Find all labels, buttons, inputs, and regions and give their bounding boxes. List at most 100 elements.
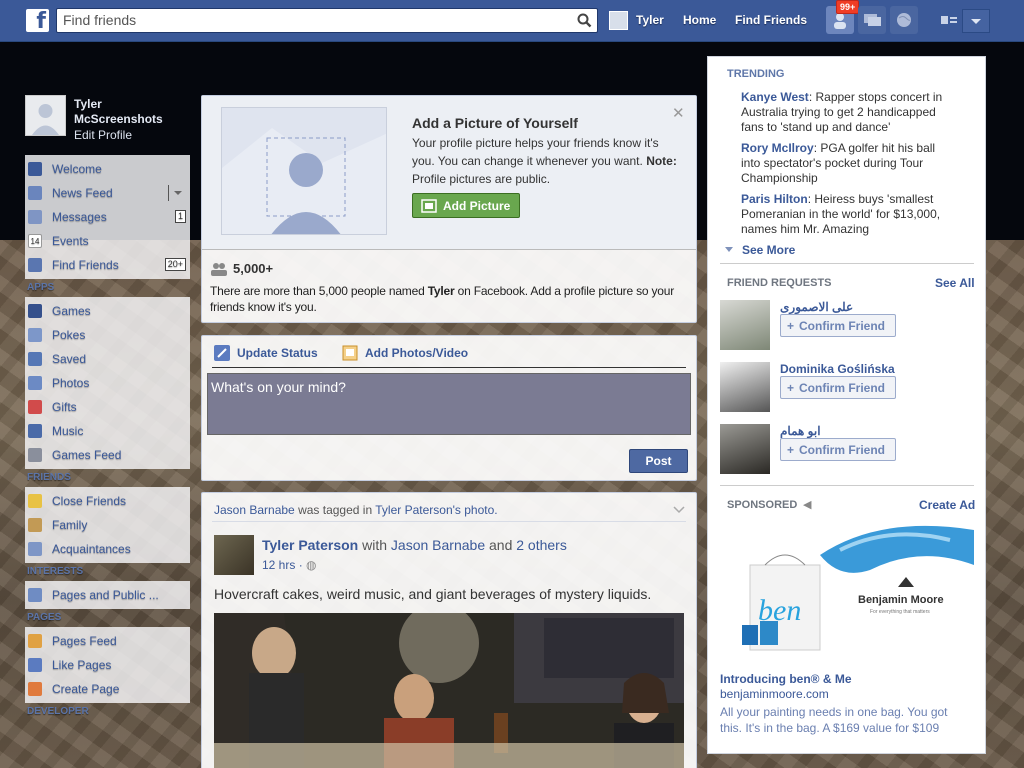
request-name[interactable]: Dominika Goślińska: [780, 362, 895, 376]
profile-placeholder-image: [221, 107, 387, 235]
gift-icon: [28, 400, 42, 414]
sidebar-item-find-friends[interactable]: Find Friends 20+: [25, 253, 190, 277]
sidebar-item-saved[interactable]: Saved: [25, 347, 190, 371]
megaphone-icon: [28, 634, 42, 648]
trending-item[interactable]: Paris Hilton: Heiress buys 'smallest Pom…: [741, 192, 956, 237]
see-more-link[interactable]: See More: [724, 243, 795, 257]
story-author-line: Tyler Paterson with Jason Barnabe and 2 …: [262, 537, 567, 553]
add-picture-title: Add a Picture of Yourself: [412, 115, 578, 131]
photos-icon: [28, 376, 42, 390]
top-bar: f Tyler Home Find Friends 99+: [0, 0, 1024, 42]
sidebar-item-games[interactable]: Games: [25, 299, 190, 323]
confirm-friend-button[interactable]: + Confirm Friend: [780, 438, 896, 461]
sidebar-item-acquaintances[interactable]: Acquaintances: [25, 537, 190, 561]
sidebar-item-close-friends[interactable]: Close Friends: [25, 489, 190, 513]
nav-find-friends-link[interactable]: Find Friends: [735, 13, 807, 27]
chevron-down-icon[interactable]: [672, 505, 686, 515]
rss-icon: [28, 588, 42, 602]
sidebar-item-create-page[interactable]: Create Page: [25, 677, 190, 701]
author-avatar[interactable]: [214, 535, 254, 575]
edit-profile-link[interactable]: Edit Profile: [74, 128, 132, 142]
request-avatar[interactable]: [720, 300, 770, 350]
party-photo: [214, 613, 684, 768]
sidebar-item-games-feed[interactable]: Games Feed: [25, 443, 190, 467]
messages-jewel[interactable]: [858, 6, 886, 34]
svg-text:For everything that matters: For everything that matters: [870, 609, 930, 615]
people-icon: [211, 262, 227, 276]
story-photo[interactable]: [214, 613, 684, 768]
confirm-friend-button[interactable]: + Confirm Friend: [780, 314, 896, 337]
sidebar-item-messages[interactable]: Messages 1: [25, 205, 190, 229]
ad-image[interactable]: ben Benjamin Moore For everything that m…: [720, 525, 974, 667]
story-timestamp[interactable]: 12 hrs · ◍: [262, 558, 317, 572]
nav-profile-link[interactable]: Tyler: [636, 13, 664, 27]
facebook-logo-icon[interactable]: f: [26, 9, 49, 34]
profile-name[interactable]: Tyler McScreenshots: [74, 97, 189, 127]
create-ad-link[interactable]: Create Ad: [919, 498, 975, 512]
sidebar-item-family[interactable]: Family: [25, 513, 190, 537]
author-link[interactable]: Tyler Paterson: [262, 537, 358, 553]
sidebar-item-gifts[interactable]: Gifts: [25, 395, 190, 419]
chevron-down-icon[interactable]: [173, 189, 183, 197]
sidebar-item-photos[interactable]: Photos: [25, 371, 190, 395]
post-button[interactable]: Post: [629, 449, 688, 473]
apps-heading[interactable]: APPS: [25, 279, 190, 297]
request-avatar[interactable]: [720, 424, 770, 474]
tagged-photo-link[interactable]: Tyler Paterson's photo.: [375, 503, 497, 517]
right-sidebar: TRENDING Kanye West: Rapper stops concer…: [707, 56, 986, 754]
trending-item[interactable]: Rory McIlroy: PGA golfer hit his ball in…: [741, 141, 956, 186]
profile-picture[interactable]: [25, 95, 66, 136]
add-picture-text: Your profile picture helps your friends …: [412, 136, 677, 186]
pages-section: Pages Feed Like Pages Create Page: [25, 627, 190, 703]
request-name[interactable]: علی الاصموری: [780, 300, 853, 314]
developer-heading[interactable]: DEVELOPER: [25, 703, 190, 721]
add-friend-icon: +: [787, 442, 795, 457]
ad-title[interactable]: Introducing ben® & Me: [720, 672, 852, 686]
trending-item[interactable]: Kanye West: Rapper stops concert in Aust…: [741, 90, 956, 135]
profile-summary: Tyler McScreenshots Edit Profile: [25, 95, 190, 155]
notifications-jewel[interactable]: [890, 6, 918, 34]
sidebar-item-music[interactable]: Music: [25, 419, 190, 443]
friends-heading[interactable]: FRIENDS: [25, 469, 190, 487]
see-all-link[interactable]: See All: [935, 276, 975, 290]
search-icon[interactable]: [576, 12, 593, 29]
pages-heading[interactable]: PAGES: [25, 609, 190, 627]
privacy-shortcuts-icon[interactable]: [940, 13, 958, 27]
add-picture-card: Add a Picture of Yourself Your profile p…: [201, 95, 697, 323]
status-input[interactable]: What's on your mind?: [207, 373, 691, 435]
add-picture-button[interactable]: Add Picture: [412, 193, 520, 218]
divider: [168, 185, 169, 201]
saved-icon: [28, 352, 42, 366]
others-link[interactable]: 2 others: [516, 537, 567, 553]
nav-avatar[interactable]: [609, 11, 628, 30]
sidebar-item-news-feed[interactable]: News Feed: [25, 181, 190, 205]
pencil-icon: [214, 345, 230, 361]
nav-home-link[interactable]: Home: [683, 13, 716, 27]
search-box: [56, 8, 598, 33]
confirm-friend-button[interactable]: + Confirm Friend: [780, 376, 896, 399]
interests-heading[interactable]: INTERESTS: [25, 563, 190, 581]
globe-icon: ◍: [306, 558, 317, 572]
request-name[interactable]: ابو همام: [780, 424, 821, 438]
sidebar-item-pages-and-public[interactable]: Pages and Public ...: [25, 583, 190, 607]
find-friends-icon: [28, 258, 42, 272]
find-friends-count: 20+: [164, 258, 186, 271]
tagged-user-link[interactable]: Jason Barnabe: [214, 503, 295, 517]
sidebar-item-events[interactable]: 14 Events: [25, 229, 190, 253]
close-icon[interactable]: ✕: [672, 104, 685, 122]
tab-add-photos[interactable]: Add Photos/Video: [342, 345, 468, 361]
music-icon: [28, 424, 42, 438]
sidebar-item-welcome[interactable]: Welcome: [25, 157, 190, 181]
search-input[interactable]: [57, 9, 557, 31]
tab-update-status[interactable]: Update Status: [214, 345, 318, 361]
divider: [720, 263, 974, 264]
request-avatar[interactable]: [720, 362, 770, 412]
sidebar-item-pokes[interactable]: Pokes: [25, 323, 190, 347]
account-menu-button[interactable]: [962, 9, 990, 33]
with-user-link[interactable]: Jason Barnabe: [391, 537, 485, 553]
news-feed-icon: [28, 186, 42, 200]
sidebar-item-like-pages[interactable]: Like Pages: [25, 653, 190, 677]
photo-icon: [342, 345, 358, 361]
sidebar-item-pages-feed[interactable]: Pages Feed: [25, 629, 190, 653]
ad-url[interactable]: benjaminmoore.com: [720, 687, 829, 701]
